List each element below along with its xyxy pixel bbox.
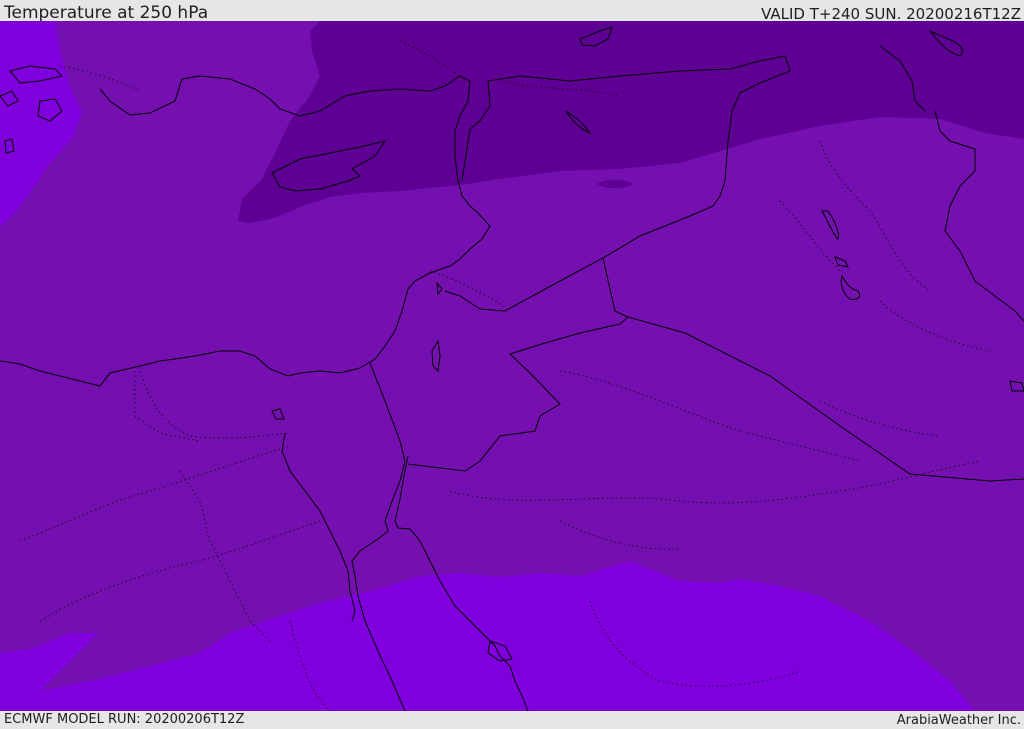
- credit-label: ArabiaWeather Inc.: [896, 713, 1021, 728]
- map-svg: [0, 21, 1024, 711]
- cold-pocket: [598, 180, 632, 188]
- weather-map[interactable]: [0, 21, 1024, 711]
- header-bar: Temperature at 250 hPa VALID T+240 SUN. …: [0, 0, 1024, 23]
- model-run-label: ECMWF MODEL RUN: 20200206T12Z: [4, 712, 245, 727]
- map-title: Temperature at 250 hPa: [4, 3, 209, 23]
- footer-bar: ECMWF MODEL RUN: 20200206T12Z ArabiaWeat…: [0, 711, 1024, 729]
